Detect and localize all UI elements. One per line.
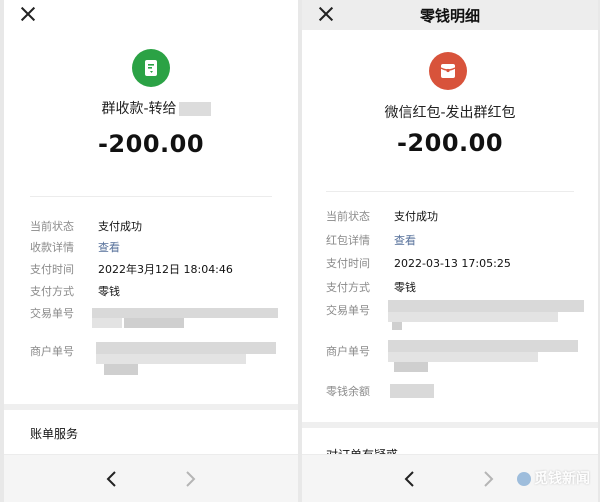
left-bottom-nav: [4, 454, 298, 502]
section-separator: [302, 422, 598, 428]
view-link[interactable]: 查看: [98, 240, 120, 256]
bill-service-title[interactable]: 账单服务: [30, 425, 78, 442]
blurred-merchant-id: [96, 342, 276, 354]
transaction-amount: -200.00: [97, 130, 205, 158]
divider: [30, 196, 272, 197]
blurred-transaction-id: [388, 300, 584, 312]
transaction-description: 微信红包-发出群红包: [384, 105, 516, 121]
chevron-right-icon[interactable]: [478, 469, 498, 489]
page-title: 零钱明细: [419, 7, 480, 25]
blurred-merchant-id: [388, 352, 538, 362]
blurred-transaction-id: [124, 318, 184, 328]
group-collection-icon: [132, 49, 170, 87]
blurred-transaction-id: [92, 308, 278, 318]
section-separator: [4, 404, 298, 410]
blurred-transaction-id: [392, 322, 402, 330]
blurred-merchant-id: [388, 340, 578, 352]
chevron-left-icon[interactable]: [102, 469, 122, 489]
blurred-merchant-id: [104, 364, 138, 375]
blurred-transaction-id: [388, 312, 558, 322]
blurred-merchant-id: [394, 362, 428, 372]
screenshot-composite: 群收款-转给 -200.00 当前状态 支付成功 收款详情 查看 支付时间 20…: [0, 0, 600, 502]
view-link[interactable]: 查看: [394, 233, 416, 249]
watermark-logo: 觅钱新闻: [517, 468, 590, 488]
blurred-recipient-name: [178, 102, 211, 116]
chevron-right-icon[interactable]: [180, 469, 200, 489]
right-change-detail-panel: 零钱明细 微信红包-发出群红包 -200.00 当前状态 支付成功 红包详情 查…: [302, 0, 598, 502]
red-packet-icon: [429, 52, 467, 90]
close-icon[interactable]: [18, 4, 38, 24]
left-top-bar: [4, 0, 298, 30]
blurred-transaction-id: [92, 318, 122, 328]
right-bottom-nav: 觅钱新闻: [302, 454, 598, 502]
transaction-amount: -200.00: [396, 129, 504, 157]
chevron-left-icon[interactable]: [400, 469, 420, 489]
blurred-merchant-id: [96, 354, 246, 364]
watermark-icon: [517, 472, 531, 486]
left-bill-detail-panel: 群收款-转给 -200.00 当前状态 支付成功 收款详情 查看 支付时间 20…: [4, 0, 298, 502]
blurred-balance: [390, 384, 434, 398]
right-top-bar: 零钱明细: [302, 0, 598, 30]
divider: [326, 191, 574, 192]
transaction-description: 群收款-转给: [4, 98, 298, 118]
